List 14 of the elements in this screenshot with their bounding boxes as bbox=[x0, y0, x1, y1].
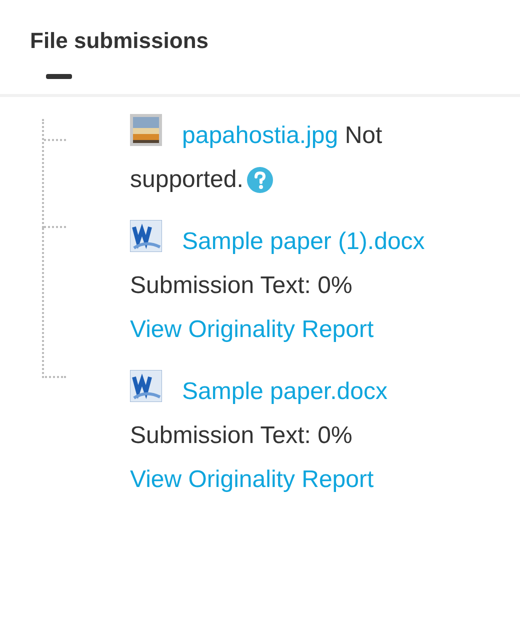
image-file-icon bbox=[130, 114, 162, 146]
word-document-icon bbox=[130, 370, 162, 402]
originality-report-link[interactable]: View Originality Report bbox=[130, 316, 374, 343]
file-link[interactable]: Sample paper (1).docx bbox=[182, 228, 425, 255]
section-heading: File submissions bbox=[30, 28, 210, 54]
similarity-score: Submission Text: 0% bbox=[130, 422, 352, 449]
collapse-icon[interactable] bbox=[46, 74, 72, 79]
status-text: supported. bbox=[130, 166, 244, 193]
word-document-icon bbox=[130, 220, 162, 252]
similarity-score: Submission Text: 0% bbox=[130, 272, 352, 299]
originality-report-link[interactable]: View Originality Report bbox=[130, 466, 374, 493]
status-text: Not bbox=[344, 122, 382, 149]
file-link[interactable]: Sample paper.docx bbox=[182, 378, 388, 405]
file-link[interactable]: papahostia.jpg bbox=[182, 122, 338, 149]
